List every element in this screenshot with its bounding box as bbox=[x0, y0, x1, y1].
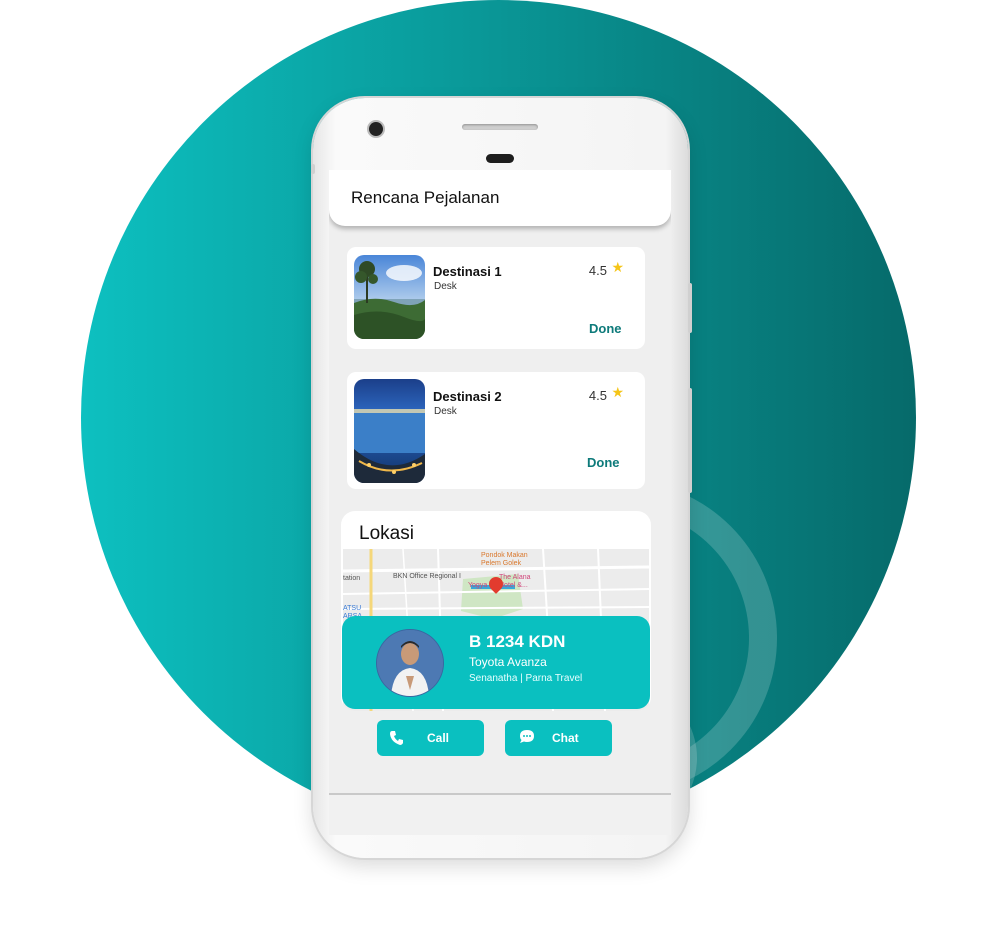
front-camera bbox=[369, 122, 383, 136]
destination-rating: 4.5 bbox=[588, 388, 607, 403]
vehicle-plate: B 1234 KDN bbox=[469, 632, 566, 651]
earpiece-speaker bbox=[462, 124, 538, 130]
destination-status: Done bbox=[587, 455, 620, 470]
destination-name: Destinasi 2 bbox=[433, 389, 502, 404]
phone-frame: Rencana Pejalanan Destinasi 1 Desk 4.5 ★… bbox=[311, 98, 692, 858]
destination-thumbnail bbox=[354, 255, 425, 339]
call-button[interactable]: Call bbox=[377, 720, 484, 756]
map-label: Pondok Makan Pelem Golek bbox=[481, 552, 528, 567]
chat-label: Chat bbox=[552, 731, 579, 745]
destination-status: Done bbox=[589, 321, 622, 336]
phone-icon bbox=[390, 731, 403, 745]
chat-bubble-icon bbox=[520, 730, 534, 743]
page-title: Rencana Pejalanan bbox=[351, 188, 500, 207]
proximity-sensor bbox=[486, 154, 514, 163]
vehicle-model: Toyota Avanza bbox=[469, 655, 547, 669]
phone-screen: Rencana Pejalanan Destinasi 1 Desk 4.5 ★… bbox=[329, 170, 671, 835]
map-label: The Alana Hotel &... bbox=[499, 574, 531, 589]
location-title: Lokasi bbox=[359, 523, 414, 544]
call-label: Call bbox=[427, 731, 450, 745]
app-bar: Rencana Pejalanan bbox=[329, 170, 671, 226]
phone-left-button bbox=[311, 164, 315, 174]
phone-power-button bbox=[688, 388, 692, 493]
destination-card[interactable]: Destinasi 2 Desk 4.5 ★ Done bbox=[347, 372, 645, 489]
map-label: tation bbox=[343, 575, 361, 582]
map-label: BKN Office Regional I bbox=[393, 573, 461, 580]
destination-desc: Desk bbox=[434, 406, 457, 417]
map-label: Yogya bbox=[468, 582, 488, 589]
destination-card[interactable]: Destinasi 1 Desk 4.5 ★ Done bbox=[347, 247, 645, 349]
driver-card: B 1234 KDN Toyota Avanza Senanatha | Par… bbox=[342, 616, 650, 709]
chat-button[interactable]: Chat bbox=[505, 720, 612, 756]
destination-desc: Desk bbox=[434, 281, 457, 292]
destination-rating: 4.5 bbox=[588, 263, 607, 278]
screen-bottom-bar bbox=[329, 793, 671, 835]
star-icon: ★ bbox=[611, 384, 624, 400]
destination-name: Destinasi 1 bbox=[433, 264, 502, 279]
avatar bbox=[377, 630, 443, 696]
destination-thumbnail bbox=[354, 379, 425, 483]
star-icon: ★ bbox=[611, 259, 624, 275]
phone-volume-button bbox=[688, 283, 692, 333]
driver-agency: Senanatha | Parna Travel bbox=[469, 673, 583, 684]
